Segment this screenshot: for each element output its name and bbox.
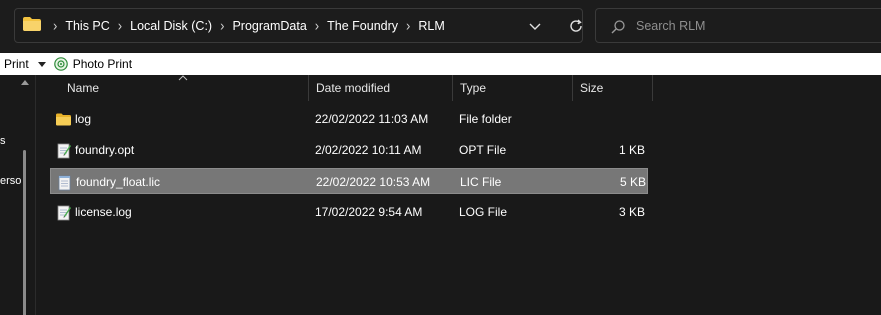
file-name: license.log xyxy=(75,205,132,219)
toolbar: › This PC › Local Disk (C:) › ProgramDat… xyxy=(0,0,881,52)
notepad-file-icon xyxy=(57,205,71,221)
file-size: 3 KB xyxy=(618,205,645,219)
chevron-right-icon[interactable]: › xyxy=(118,17,122,34)
column-header-row: Name Date modified Type Size xyxy=(37,75,881,101)
column-header-date-modified[interactable]: Date modified xyxy=(309,75,453,101)
refresh-icon[interactable] xyxy=(567,17,585,35)
folder-icon xyxy=(23,17,41,31)
breadcrumb-local-disk[interactable]: Local Disk (C:) xyxy=(130,19,212,33)
breadcrumb-rlm[interactable]: RLM xyxy=(418,19,444,33)
file-row-log[interactable]: log 22/02/2022 11:03 AM File folder xyxy=(50,106,648,132)
breadcrumb-the-foundry[interactable]: The Foundry xyxy=(327,19,398,33)
file-size: 5 KB xyxy=(619,175,646,189)
file-date: 22/02/2022 11:03 AM xyxy=(315,112,429,126)
nav-item-label[interactable]: erso xyxy=(0,175,21,187)
file-size xyxy=(570,106,645,132)
scroll-up-icon[interactable] xyxy=(21,80,29,85)
file-row-foundry-float-lic[interactable]: foundry_float.lic 22/02/2022 10:53 AM LI… xyxy=(50,168,648,194)
scrollbar-thumb[interactable] xyxy=(23,150,26,315)
caret-down-icon[interactable] xyxy=(37,61,46,67)
file-size: 1 KB xyxy=(618,143,645,157)
photo-print-button[interactable]: Photo Print xyxy=(73,57,132,71)
text-file-icon xyxy=(58,175,71,191)
column-header-size[interactable]: Size xyxy=(573,75,653,101)
print-button[interactable]: Print xyxy=(4,57,29,71)
chevron-right-icon[interactable]: › xyxy=(315,17,319,34)
photo-print-icon xyxy=(53,57,68,71)
nav-item-label[interactable]: s xyxy=(0,135,6,147)
file-type: File folder xyxy=(459,112,512,126)
search-input[interactable] xyxy=(636,9,866,42)
notepad-file-icon xyxy=(57,143,71,159)
file-type: LIC File xyxy=(460,175,502,189)
file-name: foundry.opt xyxy=(75,143,135,157)
column-header-type[interactable]: Type xyxy=(453,75,573,101)
file-name: log xyxy=(75,112,92,126)
chevron-down-icon[interactable] xyxy=(527,19,543,33)
search-box[interactable] xyxy=(595,8,881,43)
file-date: 17/02/2022 9:54 AM xyxy=(315,205,423,219)
breadcrumb-this-pc[interactable]: This PC xyxy=(65,19,109,33)
navigation-pane[interactable]: s erso xyxy=(0,75,36,315)
address-bar[interactable]: › This PC › Local Disk (C:) › ProgramDat… xyxy=(14,8,583,43)
search-icon xyxy=(611,20,625,34)
file-date: 22/02/2022 10:53 AM xyxy=(316,175,431,189)
file-date: 2/02/2022 10:11 AM xyxy=(315,143,422,157)
breadcrumb: › This PC › Local Disk (C:) › ProgramDat… xyxy=(45,9,445,42)
command-strip: Print Photo Print xyxy=(0,53,881,75)
file-row-foundry-opt[interactable]: foundry.opt 2/02/2022 10:11 AM OPT File … xyxy=(50,137,648,163)
breadcrumb-programdata[interactable]: ProgramData xyxy=(232,19,306,33)
file-type: OPT File xyxy=(459,143,507,157)
file-type: LOG File xyxy=(459,205,508,219)
column-header-name[interactable]: Name xyxy=(60,75,309,101)
file-name: foundry_float.lic xyxy=(76,175,161,189)
folder-icon xyxy=(56,113,71,126)
file-row-license-log[interactable]: license.log 17/02/2022 9:54 AM LOG File … xyxy=(50,199,648,225)
chevron-right-icon[interactable]: › xyxy=(220,17,224,34)
chevron-right-icon[interactable]: › xyxy=(53,17,57,34)
chevron-right-icon[interactable]: › xyxy=(406,17,410,34)
